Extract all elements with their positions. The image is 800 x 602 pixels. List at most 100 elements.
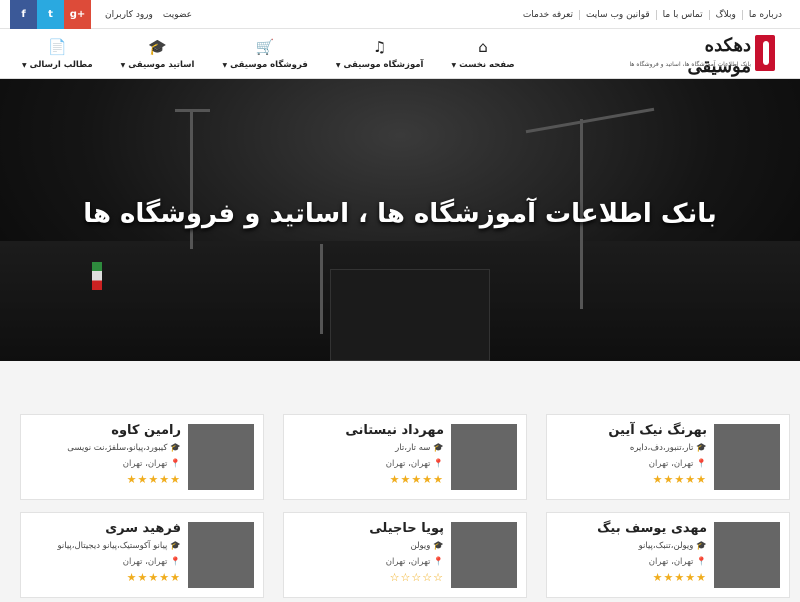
logo-mark-icon xyxy=(755,35,775,71)
graduation-cap-icon: 🎓 xyxy=(696,541,707,551)
home-icon: ⌂ xyxy=(478,38,488,56)
rating-stars: ★★★★★ xyxy=(31,473,181,486)
teacher-location: تهران، تهران xyxy=(385,459,431,469)
menu-item-teachers[interactable]: 🎓 اساتید موسیقی▼ xyxy=(107,29,209,79)
star-filled-icon: ★ xyxy=(433,473,444,486)
user-links: عضویت ورود کاربران xyxy=(105,0,192,29)
teacher-card[interactable]: رامین کاوه 🎓 کیبورد،پیانو،سلفژ،نت نویسی 📍… xyxy=(20,414,264,500)
top-links: درباره ما وبلاگ تماس با ما قوانین وب سای… xyxy=(517,0,788,29)
teacher-skills: کیبورد،پیانو،سلفژ،نت نویسی xyxy=(67,443,168,453)
teacher-name[interactable]: مهرداد نیستانی xyxy=(294,423,444,438)
location-pin-icon: 📍 xyxy=(696,459,707,469)
star-filled-icon: ★ xyxy=(137,473,149,486)
star-filled-icon: ★ xyxy=(652,571,664,584)
teacher-photo[interactable] xyxy=(714,522,780,588)
teacher-name[interactable]: رامین کاوه xyxy=(31,423,181,438)
star-filled-icon: ★ xyxy=(411,473,423,486)
teacher-card[interactable]: فرهید سری 🎓 پیانو آکوستیک،پیانو دیجیتال،پ… xyxy=(20,512,264,598)
star-filled-icon: ★ xyxy=(696,571,707,584)
star-filled-icon: ★ xyxy=(159,473,171,486)
menu-item-home[interactable]: ⌂ صفحه نخست▼ xyxy=(437,29,528,79)
teacher-skills: ویولن xyxy=(410,541,431,551)
teacher-photo[interactable] xyxy=(451,522,517,588)
music-note-icon: ♫ xyxy=(372,38,387,56)
teacher-skills: تار،تنبور،دف،دایره xyxy=(629,443,694,453)
graduation-cap-icon: 🎓 xyxy=(433,541,444,551)
menu-item-shops[interactable]: 🛒 فروشگاه موسیقی▼ xyxy=(208,29,321,79)
teacher-skills: پیانو آکوستیک،پیانو دیجیتال،پیانو xyxy=(57,541,168,551)
location-pin-icon: 📍 xyxy=(433,557,444,567)
star-empty-icon: ☆ xyxy=(422,571,434,584)
rating-stars: ★★★★★ xyxy=(557,473,707,486)
facebook-icon[interactable]: f xyxy=(10,0,37,29)
social-links: f t g+ xyxy=(10,0,91,29)
site-logo[interactable]: دهکده موسیقی بانک اطلاعات آموزشگاه ها، ا… xyxy=(629,33,775,77)
location-pin-icon: 📍 xyxy=(170,557,181,567)
link-rules[interactable]: قوانین وب سایت xyxy=(578,9,656,20)
rating-stars: ★★★★★ xyxy=(31,571,181,584)
location-pin-icon: 📍 xyxy=(433,459,444,469)
teacher-photo[interactable] xyxy=(714,424,780,490)
twitter-icon[interactable]: t xyxy=(37,0,64,29)
star-filled-icon: ★ xyxy=(663,473,675,486)
star-empty-icon: ☆ xyxy=(411,571,423,584)
star-filled-icon: ★ xyxy=(159,571,171,584)
teacher-card[interactable]: مهرداد نیستانی 🎓 سه تار،تار 📍 تهران، تهران… xyxy=(283,414,527,500)
stage-amplifier xyxy=(330,269,490,361)
teacher-photo[interactable] xyxy=(451,424,517,490)
caret-down-icon: ▼ xyxy=(335,62,341,69)
menu-item-schools[interactable]: ♫ آموزشگاه موسیقی▼ xyxy=(322,29,438,79)
membership-link[interactable]: عضویت xyxy=(163,10,192,20)
link-contact[interactable]: تماس با ما xyxy=(655,9,709,20)
top-bar: درباره ما وبلاگ تماس با ما قوانین وب سای… xyxy=(0,0,800,29)
teacher-card[interactable]: پویا حاجیلی 🎓 ویولن 📍 تهران، تهران ☆☆☆☆☆ xyxy=(283,512,527,598)
graduation-cap-icon: 🎓 xyxy=(170,443,181,453)
star-filled-icon: ★ xyxy=(126,473,138,486)
caret-down-icon: ▼ xyxy=(451,62,457,69)
menu-item-posts[interactable]: 📄 مطالب ارسالی▼ xyxy=(8,29,107,79)
mic-stand xyxy=(175,109,210,112)
link-blog[interactable]: وبلاگ xyxy=(708,9,742,20)
link-pricing[interactable]: تعرفه خدمات xyxy=(517,10,579,20)
star-empty-icon: ☆ xyxy=(400,571,412,584)
teacher-location: تهران، تهران xyxy=(648,557,694,567)
rating-stars: ★★★★★ xyxy=(294,473,444,486)
star-filled-icon: ★ xyxy=(126,571,138,584)
teacher-location: تهران، تهران xyxy=(122,557,168,567)
rating-stars: ☆☆☆☆☆ xyxy=(294,571,444,584)
star-filled-icon: ★ xyxy=(148,473,160,486)
graduation-cap-icon: 🎓 xyxy=(696,443,707,453)
main-menu: 📄 مطالب ارسالی▼ 🎓 اساتید موسیقی▼ 🛒 فروشگ… xyxy=(8,29,529,79)
star-filled-icon: ★ xyxy=(685,473,697,486)
teacher-name[interactable]: پویا حاجیلی xyxy=(294,521,444,536)
hero-title: بانک اطلاعات آموزشگاه ها ، اساتید و فروش… xyxy=(83,199,717,229)
star-empty-icon: ☆ xyxy=(433,571,444,584)
teacher-name[interactable]: بهرنگ نیک آیین xyxy=(557,423,707,438)
caret-down-icon: ▼ xyxy=(222,62,228,69)
menu-label: صفحه نخست xyxy=(459,60,515,70)
mic-stand xyxy=(320,244,323,334)
menu-label: آموزشگاه موسیقی xyxy=(343,60,424,70)
graduation-cap-icon: 🎓 xyxy=(170,541,181,551)
star-filled-icon: ★ xyxy=(696,473,707,486)
star-filled-icon: ★ xyxy=(652,473,664,486)
login-link[interactable]: ورود کاربران xyxy=(105,10,153,20)
star-filled-icon: ★ xyxy=(674,473,686,486)
teacher-card[interactable]: بهرنگ نیک آیین 🎓 تار،تنبور،دف،دایره 📍 تهرا… xyxy=(546,414,790,500)
caret-down-icon: ▼ xyxy=(120,62,126,69)
star-filled-icon: ★ xyxy=(170,473,181,486)
teacher-name[interactable]: فرهید سری xyxy=(31,521,181,536)
star-filled-icon: ★ xyxy=(170,571,181,584)
teacher-name[interactable]: مهدی یوسف بیگ xyxy=(557,521,707,536)
google-plus-icon[interactable]: g+ xyxy=(64,0,91,29)
teacher-location: تهران، تهران xyxy=(385,557,431,567)
teacher-location: تهران، تهران xyxy=(648,459,694,469)
teacher-skills: سه تار،تار xyxy=(395,443,431,453)
teacher-card[interactable]: مهدی یوسف بیگ 🎓 ویولن،تنبک،پیانو 📍 تهران، … xyxy=(546,512,790,598)
star-filled-icon: ★ xyxy=(422,473,434,486)
link-about[interactable]: درباره ما xyxy=(741,9,788,20)
teacher-photo[interactable] xyxy=(188,522,254,588)
teacher-photo[interactable] xyxy=(188,424,254,490)
document-icon: 📄 xyxy=(47,38,67,56)
main-nav: دهکده موسیقی بانک اطلاعات آموزشگاه ها، ا… xyxy=(0,29,800,79)
